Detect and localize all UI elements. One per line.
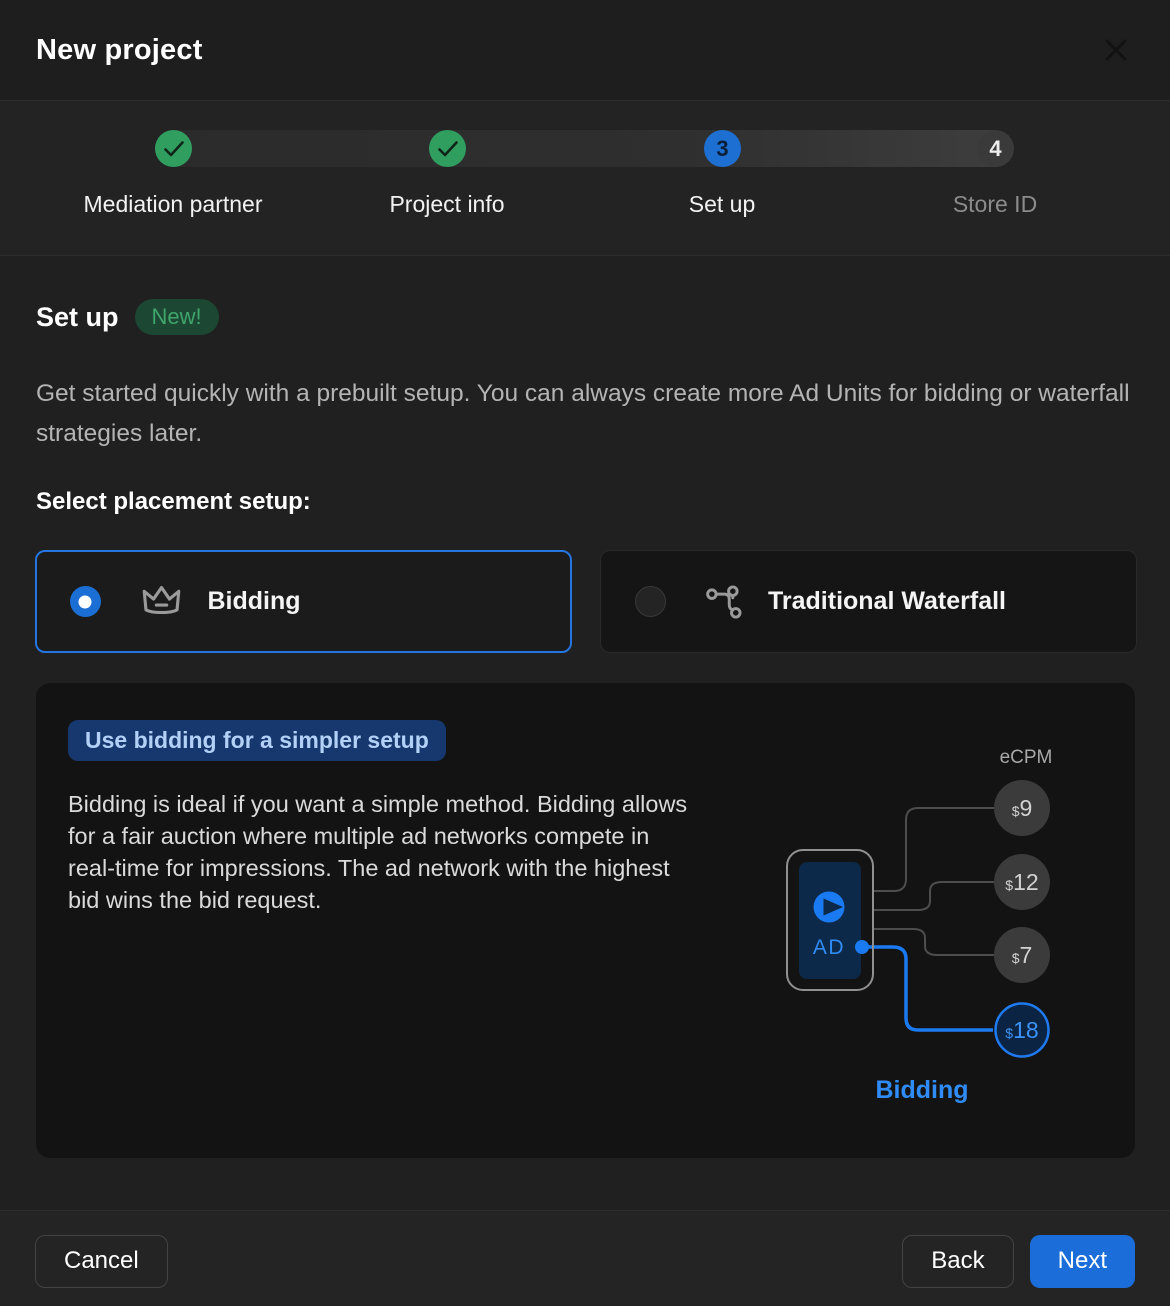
bidding-tip-badge: Use bidding for a simpler setup — [68, 720, 446, 761]
new-badge: New! — [135, 299, 219, 335]
step-number: 3 — [716, 136, 728, 162]
waterfall-radio[interactable] — [635, 586, 666, 617]
placement-options: Bidding Traditional Waterfall — [35, 550, 1137, 653]
wizard-stepper: 3 4 Mediation partner Project info Set u… — [0, 101, 1170, 256]
connector-line-winner — [866, 947, 993, 1030]
check-icon — [163, 140, 185, 158]
close-button[interactable] — [1098, 32, 1134, 68]
close-icon — [1100, 34, 1132, 66]
bid-source-dot — [855, 940, 869, 954]
select-placement-label: Select placement setup: — [36, 488, 311, 516]
dialog-title: New project — [36, 34, 203, 67]
back-button[interactable]: Back — [902, 1235, 1013, 1288]
illustration-caption: Bidding — [875, 1076, 968, 1104]
cancel-button[interactable]: Cancel — [35, 1235, 168, 1288]
section-description: Get started quickly with a prebuilt setu… — [36, 374, 1136, 454]
step-label-store-id: Store ID — [953, 191, 1037, 218]
check-icon — [437, 140, 459, 158]
bidding-info-panel: Use bidding for a simpler setup Bidding … — [36, 683, 1135, 1158]
ecpm-label: eCPM — [1000, 747, 1053, 768]
option-card-bidding[interactable]: Bidding — [35, 550, 572, 653]
step-label-project-info[interactable]: Project info — [389, 191, 504, 218]
step-label-mediation-partner[interactable]: Mediation partner — [84, 191, 263, 218]
section-heading: Set up — [36, 302, 119, 333]
option-card-traditional-waterfall[interactable]: Traditional Waterfall — [600, 550, 1137, 653]
bidding-radio[interactable] — [70, 586, 101, 617]
crown-icon — [139, 583, 184, 621]
dialog-header: New project — [0, 0, 1170, 101]
bidding-description: Bidding is ideal if you want a simple me… — [68, 788, 698, 916]
connector-line-2 — [873, 882, 994, 910]
new-project-dialog: New project 3 4 Mediation partner Projec… — [0, 0, 1170, 1306]
stepper-track — [155, 130, 1013, 167]
option-label-bidding: Bidding — [208, 587, 301, 616]
dialog-body: Set up New! Get started quickly with a p… — [0, 256, 1170, 1210]
ad-label: AD — [813, 936, 845, 959]
option-label-traditional-waterfall: Traditional Waterfall — [768, 587, 1006, 616]
step-1-circle[interactable] — [155, 130, 192, 167]
dialog-footer: Cancel Back Next — [0, 1210, 1170, 1305]
step-3-circle[interactable]: 3 — [704, 130, 741, 167]
connector-line-1 — [873, 808, 994, 891]
next-button[interactable]: Next — [1030, 1235, 1135, 1288]
step-2-circle[interactable] — [429, 130, 466, 167]
step-number: 4 — [989, 136, 1001, 162]
bidding-illustration: eCPM AD $9 $12 $7 — [755, 728, 1135, 1113]
step-label-set-up[interactable]: Set up — [689, 191, 756, 218]
waterfall-icon — [704, 584, 744, 620]
step-4-circle[interactable]: 4 — [977, 130, 1014, 167]
connector-line-3 — [873, 929, 994, 955]
